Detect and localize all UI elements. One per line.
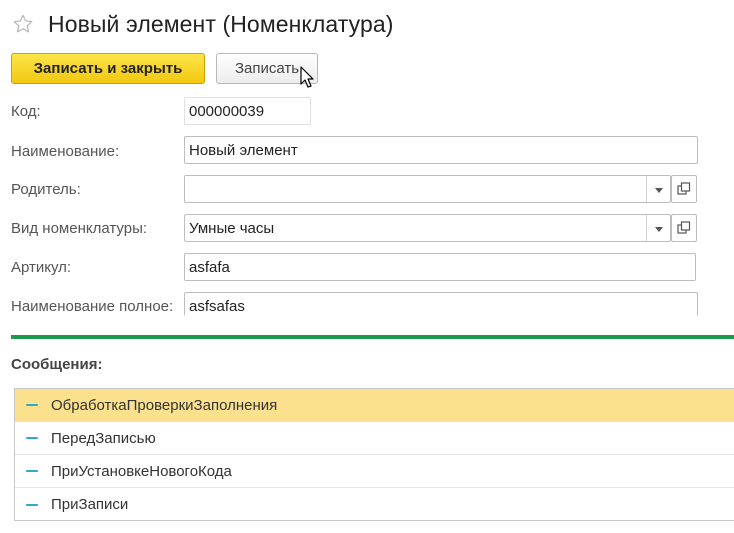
- title-bar: Новый элемент (Номенклатура): [12, 8, 394, 40]
- article-field[interactable]: asfafa: [184, 253, 696, 281]
- parent-open-button[interactable]: [671, 175, 697, 203]
- message-text: ПередЗаписью: [51, 429, 156, 447]
- article-label: Артикул:: [11, 259, 72, 276]
- parent-dropdown-button[interactable]: [646, 176, 670, 202]
- kind-open-button[interactable]: [671, 214, 697, 242]
- messages-title: Сообщения:: [11, 356, 103, 373]
- open-icon: [677, 221, 691, 234]
- kind-value: Умные часы: [189, 220, 275, 237]
- messages-list: ОбработкаПроверкиЗаполнения ПередЗаписью…: [14, 388, 734, 521]
- parent-field[interactable]: [184, 175, 671, 203]
- chevron-down-icon: [654, 226, 663, 232]
- name-field[interactable]: Новый элемент: [184, 136, 698, 164]
- message-text: ОбработкаПроверкиЗаполнения: [51, 396, 278, 414]
- full-name-field[interactable]: asfsafas: [184, 292, 698, 316]
- kind-field[interactable]: Умные часы: [184, 214, 671, 242]
- favorite-star-icon[interactable]: [12, 13, 34, 35]
- parent-label: Родитель:: [11, 181, 81, 198]
- kind-dropdown-button[interactable]: [646, 215, 670, 241]
- message-item[interactable]: ПриУстановкеНовогоКода: [15, 455, 734, 488]
- message-item[interactable]: ПередЗаписью: [15, 422, 734, 455]
- chevron-down-icon: [654, 187, 663, 193]
- section-divider[interactable]: [11, 335, 734, 339]
- dash-icon: [26, 470, 38, 472]
- save-and-close-button[interactable]: Записать и закрыть: [11, 53, 205, 84]
- code-label: Код:: [11, 103, 41, 120]
- full-name-label: Наименование полное:: [11, 298, 174, 315]
- code-field[interactable]: 000000039: [184, 97, 311, 125]
- message-text: ПриЗаписи: [51, 496, 129, 513]
- open-icon: [677, 182, 691, 195]
- name-label: Наименование:: [11, 143, 120, 160]
- dash-icon: [26, 437, 38, 439]
- message-item[interactable]: ОбработкаПроверкиЗаполнения: [15, 389, 734, 422]
- page-title: Новый элемент (Номенклатура): [48, 10, 394, 37]
- dash-icon: [26, 503, 38, 506]
- message-item[interactable]: ПриЗаписи: [15, 488, 734, 521]
- message-text: ПриУстановкеНовогоКода: [51, 462, 232, 480]
- kind-label: Вид номенклатуры:: [11, 220, 148, 237]
- mouse-cursor-icon: [300, 66, 314, 88]
- dash-icon: [26, 404, 38, 406]
